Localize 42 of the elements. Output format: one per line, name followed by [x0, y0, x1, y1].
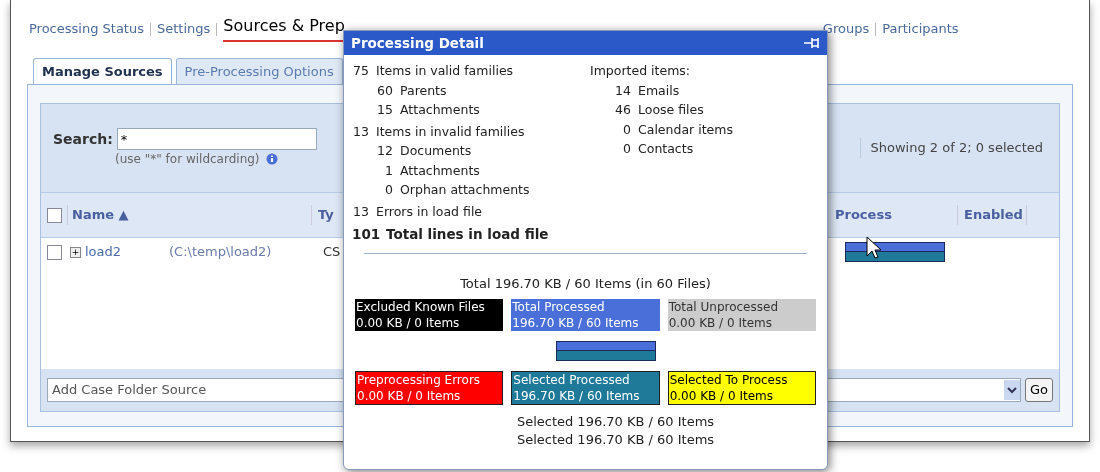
count-text: 0 [622, 120, 632, 139]
popup-title: Processing Detail [351, 33, 484, 53]
count-label: Emails [638, 81, 680, 100]
type-cell-text: CS [323, 243, 342, 262]
count-text: 75 [352, 62, 370, 80]
stat-legend-box: Selected Processed 196.70 KB / 60 Items [511, 371, 660, 405]
total-summary: Total 196.70 KB / 60 Items (in 60 Files) [459, 274, 712, 293]
count-label: Errors in load file [376, 202, 483, 221]
showing-count: Showing 2 of 2; 0 selected [859, 138, 1047, 158]
count-text: 0 [622, 140, 632, 158]
selected-summary: Selected 196.70 KB / 60 Items [516, 413, 715, 431]
count-label: Parents [400, 81, 447, 100]
imported-heading: Imported items: [590, 63, 691, 78]
search-label: Search: [53, 129, 113, 149]
count-text: 14 [614, 81, 632, 100]
count-text: 15 [376, 101, 394, 119]
count-label: Total lines in load file [386, 225, 549, 244]
stat-legend-box: Total Unprocessed 0.00 KB / 0 Items [667, 299, 816, 331]
count-text: 1 [384, 161, 394, 180]
count-text: 13 [352, 202, 370, 221]
selected-summary: Selected 196.70 KB / 60 Items [516, 431, 715, 449]
count-label: Contacts [638, 140, 694, 158]
count-text: 46 [614, 101, 632, 119]
search-hint: (use "*" for wildcarding) [115, 151, 260, 168]
stat-legend-box: Excluded Known Files 0.00 KB / 0 Items [355, 299, 504, 331]
count-text: 13 [352, 122, 370, 141]
stat-legend-box: Preprocessing Errors 0.00 KB / 0 Items [355, 371, 504, 405]
count-label: Attachments [400, 161, 480, 180]
count-text: 12 [376, 142, 394, 160]
stat-legend-box: Total Processed 196.70 KB / 60 Items [511, 299, 660, 331]
count-text: 101 [352, 225, 382, 244]
count-label: Orphan attachments [400, 181, 530, 199]
count-label: Loose files [638, 101, 704, 119]
count-label: Attachments [400, 101, 480, 119]
count-text: 0 [384, 181, 394, 199]
count-text: 60 [376, 81, 394, 100]
count-label: Documents [400, 142, 472, 160]
count-label: Items in valid families [376, 62, 514, 80]
count-label: Items in invalid families [376, 122, 525, 141]
count-label: Calendar items [638, 120, 733, 139]
stat-legend-box: Selected To Process 0.00 KB / 0 Items [667, 371, 816, 405]
source-path: (C:\temp\load2) [169, 243, 273, 262]
